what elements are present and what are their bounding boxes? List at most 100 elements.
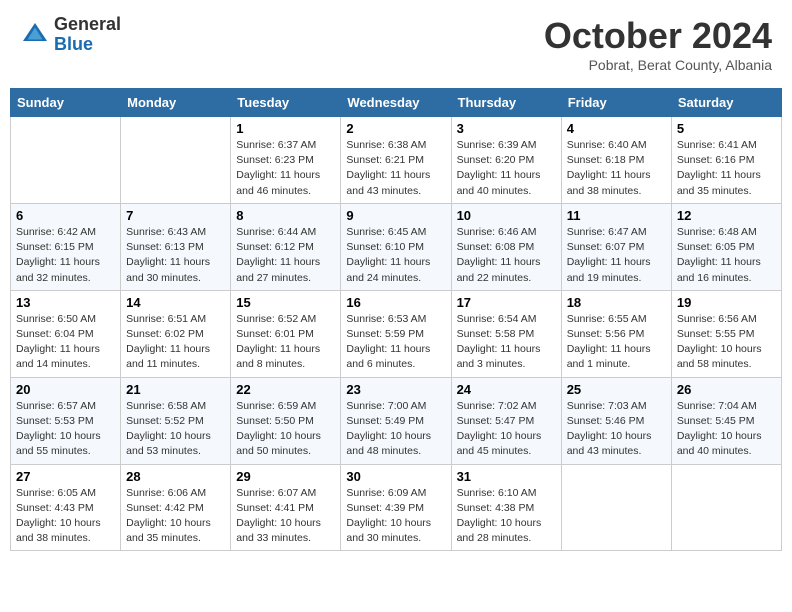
- day-cell: 21 Sunrise: 6:58 AMSunset: 5:52 PMDayligh…: [121, 377, 231, 464]
- day-cell: 13 Sunrise: 6:50 AMSunset: 6:04 PMDayligh…: [11, 290, 121, 377]
- day-cell: 6 Sunrise: 6:42 AMSunset: 6:15 PMDaylight…: [11, 203, 121, 290]
- logo-text: General Blue: [54, 15, 121, 55]
- day-number: 18: [567, 295, 666, 310]
- day-number: 11: [567, 208, 666, 223]
- day-info: Sunrise: 6:05 AMSunset: 4:43 PMDaylight:…: [16, 486, 115, 547]
- day-number: 8: [236, 208, 335, 223]
- day-cell: 5 Sunrise: 6:41 AMSunset: 6:16 PMDaylight…: [671, 117, 781, 204]
- day-number: 23: [346, 382, 445, 397]
- day-number: 17: [457, 295, 556, 310]
- day-info: Sunrise: 6:50 AMSunset: 6:04 PMDaylight:…: [16, 312, 115, 373]
- day-info: Sunrise: 6:55 AMSunset: 5:56 PMDaylight:…: [567, 312, 666, 373]
- day-number: 13: [16, 295, 115, 310]
- day-cell: 26 Sunrise: 7:04 AMSunset: 5:45 PMDayligh…: [671, 377, 781, 464]
- day-number: 15: [236, 295, 335, 310]
- day-number: 5: [677, 121, 776, 136]
- day-number: 4: [567, 121, 666, 136]
- month-title: October 2024: [544, 15, 772, 57]
- day-cell: 10 Sunrise: 6:46 AMSunset: 6:08 PMDayligh…: [451, 203, 561, 290]
- weekday-header-saturday: Saturday: [671, 89, 781, 117]
- day-cell: 4Sunrise: 6:40 AMSunset: 6:18 PMDaylight…: [561, 117, 671, 204]
- day-number: 6: [16, 208, 115, 223]
- logo-blue-text: Blue: [54, 35, 121, 55]
- calendar-body: 1 Sunrise: 6:37 AMSunset: 6:23 PMDaylight…: [11, 117, 782, 551]
- week-row-5: 27 Sunrise: 6:05 AMSunset: 4:43 PMDayligh…: [11, 464, 782, 551]
- day-number: 28: [126, 469, 225, 484]
- day-cell: 9 Sunrise: 6:45 AMSunset: 6:10 PMDaylight…: [341, 203, 451, 290]
- day-cell: 31 Sunrise: 6:10 AMSunset: 4:38 PMDayligh…: [451, 464, 561, 551]
- day-number: 30: [346, 469, 445, 484]
- header: General Blue October 2024 Pobrat, Berat …: [10, 10, 782, 78]
- day-number: 1: [236, 121, 335, 136]
- day-number: 26: [677, 382, 776, 397]
- day-info: Sunrise: 6:52 AMSunset: 6:01 PMDaylight:…: [236, 312, 335, 373]
- day-cell: 19Sunrise: 6:56 AMSunset: 5:55 PMDayligh…: [671, 290, 781, 377]
- day-info: Sunrise: 6:41 AMSunset: 6:16 PMDaylight:…: [677, 138, 776, 199]
- day-cell: 14Sunrise: 6:51 AMSunset: 6:02 PMDayligh…: [121, 290, 231, 377]
- day-info: Sunrise: 7:03 AMSunset: 5:46 PMDaylight:…: [567, 399, 666, 460]
- day-info: Sunrise: 6:10 AMSunset: 4:38 PMDaylight:…: [457, 486, 556, 547]
- day-number: 9: [346, 208, 445, 223]
- day-info: Sunrise: 6:54 AMSunset: 5:58 PMDaylight:…: [457, 312, 556, 373]
- day-number: 7: [126, 208, 225, 223]
- day-number: 24: [457, 382, 556, 397]
- day-number: 27: [16, 469, 115, 484]
- logo-general-text: General: [54, 15, 121, 35]
- day-info: Sunrise: 6:43 AMSunset: 6:13 PMDaylight:…: [126, 225, 225, 286]
- day-info: Sunrise: 6:42 AMSunset: 6:15 PMDaylight:…: [16, 225, 115, 286]
- day-cell: 18 Sunrise: 6:55 AMSunset: 5:56 PMDayligh…: [561, 290, 671, 377]
- weekday-header-tuesday: Tuesday: [231, 89, 341, 117]
- weekday-header-thursday: Thursday: [451, 89, 561, 117]
- day-info: Sunrise: 6:45 AMSunset: 6:10 PMDaylight:…: [346, 225, 445, 286]
- calendar-header: SundayMondayTuesdayWednesdayThursdayFrid…: [11, 89, 782, 117]
- day-info: Sunrise: 6:58 AMSunset: 5:52 PMDaylight:…: [126, 399, 225, 460]
- day-info: Sunrise: 6:44 AMSunset: 6:12 PMDaylight:…: [236, 225, 335, 286]
- day-cell: 20 Sunrise: 6:57 AMSunset: 5:53 PMDayligh…: [11, 377, 121, 464]
- day-cell: 8 Sunrise: 6:44 AMSunset: 6:12 PMDaylight…: [231, 203, 341, 290]
- day-number: 25: [567, 382, 666, 397]
- day-info: Sunrise: 6:57 AMSunset: 5:53 PMDaylight:…: [16, 399, 115, 460]
- day-number: 21: [126, 382, 225, 397]
- week-row-2: 6 Sunrise: 6:42 AMSunset: 6:15 PMDaylight…: [11, 203, 782, 290]
- day-number: 3: [457, 121, 556, 136]
- day-info: Sunrise: 6:09 AMSunset: 4:39 PMDaylight:…: [346, 486, 445, 547]
- day-info: Sunrise: 7:00 AMSunset: 5:49 PMDaylight:…: [346, 399, 445, 460]
- weekday-row: SundayMondayTuesdayWednesdayThursdayFrid…: [11, 89, 782, 117]
- logo: General Blue: [20, 15, 121, 55]
- day-cell: [11, 117, 121, 204]
- day-info: Sunrise: 6:38 AMSunset: 6:21 PMDaylight:…: [346, 138, 445, 199]
- day-number: 20: [16, 382, 115, 397]
- day-cell: 15 Sunrise: 6:52 AMSunset: 6:01 PMDayligh…: [231, 290, 341, 377]
- day-number: 29: [236, 469, 335, 484]
- day-info: Sunrise: 7:04 AMSunset: 5:45 PMDaylight:…: [677, 399, 776, 460]
- day-info: Sunrise: 6:37 AMSunset: 6:23 PMDaylight:…: [236, 138, 335, 199]
- day-number: 16: [346, 295, 445, 310]
- day-cell: 1 Sunrise: 6:37 AMSunset: 6:23 PMDaylight…: [231, 117, 341, 204]
- day-number: 22: [236, 382, 335, 397]
- day-info: Sunrise: 6:07 AMSunset: 4:41 PMDaylight:…: [236, 486, 335, 547]
- day-info: Sunrise: 6:39 AMSunset: 6:20 PMDaylight:…: [457, 138, 556, 199]
- day-cell: [561, 464, 671, 551]
- weekday-header-monday: Monday: [121, 89, 231, 117]
- day-cell: 29 Sunrise: 6:07 AMSunset: 4:41 PMDayligh…: [231, 464, 341, 551]
- day-info: Sunrise: 7:02 AMSunset: 5:47 PMDaylight:…: [457, 399, 556, 460]
- week-row-3: 13 Sunrise: 6:50 AMSunset: 6:04 PMDayligh…: [11, 290, 782, 377]
- day-info: Sunrise: 6:47 AMSunset: 6:07 PMDaylight:…: [567, 225, 666, 286]
- day-info: Sunrise: 6:06 AMSunset: 4:42 PMDaylight:…: [126, 486, 225, 547]
- day-number: 31: [457, 469, 556, 484]
- day-cell: 24 Sunrise: 7:02 AMSunset: 5:47 PMDayligh…: [451, 377, 561, 464]
- day-cell: 25 Sunrise: 7:03 AMSunset: 5:46 PMDayligh…: [561, 377, 671, 464]
- day-cell: 7 Sunrise: 6:43 AMSunset: 6:13 PMDaylight…: [121, 203, 231, 290]
- day-cell: 23 Sunrise: 7:00 AMSunset: 5:49 PMDayligh…: [341, 377, 451, 464]
- day-info: Sunrise: 6:56 AMSunset: 5:55 PMDaylight:…: [677, 312, 776, 373]
- weekday-header-sunday: Sunday: [11, 89, 121, 117]
- day-info: Sunrise: 6:46 AMSunset: 6:08 PMDaylight:…: [457, 225, 556, 286]
- calendar: SundayMondayTuesdayWednesdayThursdayFrid…: [10, 88, 782, 551]
- day-number: 12: [677, 208, 776, 223]
- location-title: Pobrat, Berat County, Albania: [544, 57, 772, 73]
- day-number: 10: [457, 208, 556, 223]
- day-cell: 27 Sunrise: 6:05 AMSunset: 4:43 PMDayligh…: [11, 464, 121, 551]
- day-cell: 11 Sunrise: 6:47 AMSunset: 6:07 PMDayligh…: [561, 203, 671, 290]
- day-cell: 16Sunrise: 6:53 AMSunset: 5:59 PMDayligh…: [341, 290, 451, 377]
- week-row-4: 20 Sunrise: 6:57 AMSunset: 5:53 PMDayligh…: [11, 377, 782, 464]
